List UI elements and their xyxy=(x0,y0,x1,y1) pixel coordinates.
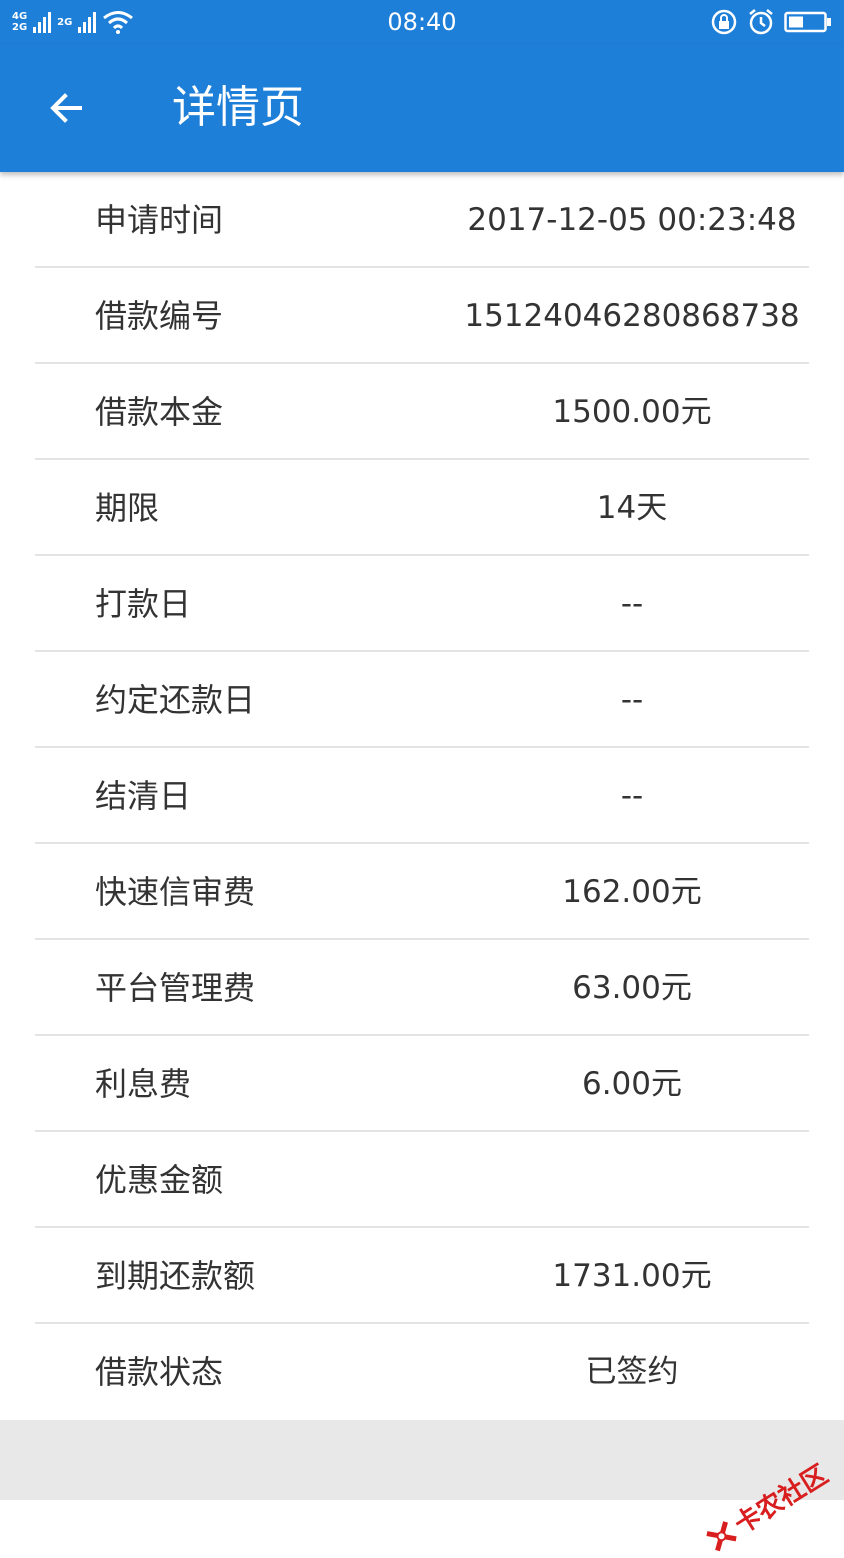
detail-row-interest-fee: 利息费 6.00元 xyxy=(0,1036,844,1132)
detail-value: 15124046280868738 xyxy=(464,298,800,334)
detail-row-management-fee: 平台管理费 63.00元 xyxy=(0,940,844,1036)
detail-label: 约定还款日 xyxy=(95,681,256,719)
detail-row-due-date: 约定还款日 -- xyxy=(0,652,844,748)
detail-row-settled-date: 结清日 -- xyxy=(0,748,844,844)
detail-label: 平台管理费 xyxy=(95,969,256,1007)
bottom-area: 卡农社区 xyxy=(0,1420,844,1551)
rotation-lock-icon xyxy=(711,9,737,35)
alarm-icon xyxy=(749,9,773,35)
detail-row-apply-time: 申请时间 2017-12-05 00:23:48 xyxy=(0,172,844,268)
detail-value xyxy=(432,1132,832,1228)
detail-label: 优惠金额 xyxy=(95,1161,224,1199)
detail-value: 63.00元 xyxy=(572,970,692,1006)
detail-value: 1731.00元 xyxy=(552,1258,712,1294)
detail-label: 借款本金 xyxy=(95,393,224,431)
detail-value: 2017-12-05 00:23:48 xyxy=(467,202,797,238)
detail-value: 162.00元 xyxy=(562,874,702,910)
detail-row-principal: 借款本金 1500.00元 xyxy=(0,364,844,460)
status-right xyxy=(710,8,832,36)
detail-label: 结清日 xyxy=(95,777,192,815)
detail-label: 申请时间 xyxy=(95,201,224,239)
detail-label: 期限 xyxy=(95,489,160,527)
detail-row-loan-id: 借款编号 15124046280868738 xyxy=(0,268,844,364)
detail-label: 借款状态 xyxy=(95,1353,224,1391)
detail-label: 到期还款额 xyxy=(95,1257,256,1295)
detail-value: 已签约 xyxy=(585,1354,679,1390)
watermark: 卡农社区 xyxy=(699,1455,834,1558)
detail-row-review-fee: 快速信审费 162.00元 xyxy=(0,844,844,940)
details-list: 申请时间 2017-12-05 00:23:48 借款编号 1512404628… xyxy=(0,172,844,1420)
status-bar: 4G 2G 2G 08:40 xyxy=(0,0,844,44)
watermark-text: 卡农社区 xyxy=(729,1459,834,1541)
detail-value: 14天 xyxy=(596,490,668,526)
detail-row-loan-status: 借款状态 已签约 xyxy=(0,1324,844,1420)
page-title: 详情页 xyxy=(172,82,304,133)
detail-value: 6.00元 xyxy=(581,1066,683,1102)
detail-label: 快速信审费 xyxy=(95,873,256,911)
detail-value: -- xyxy=(620,682,644,718)
detail-value: -- xyxy=(620,778,644,814)
detail-row-term: 期限 14天 xyxy=(0,460,844,556)
detail-row-discount: 优惠金额 xyxy=(0,1132,844,1228)
app-header: 详情页 xyxy=(0,44,844,172)
detail-value: -- xyxy=(620,586,644,622)
detail-row-repayment-amount: 到期还款额 1731.00元 xyxy=(0,1228,844,1324)
detail-label: 借款编号 xyxy=(95,297,224,335)
detail-row-disbursement-date: 打款日 -- xyxy=(0,556,844,652)
detail-label: 利息费 xyxy=(95,1065,192,1103)
battery-icon xyxy=(784,11,831,33)
back-button[interactable] xyxy=(40,82,92,134)
detail-value: 1500.00元 xyxy=(552,394,712,430)
back-arrow-icon xyxy=(50,93,82,123)
detail-label: 打款日 xyxy=(95,585,192,623)
